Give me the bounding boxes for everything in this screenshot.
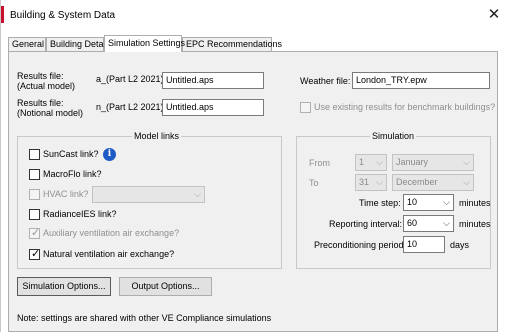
window-title: Building & System Data [10, 10, 116, 21]
macroflo-label: MacroFlo link? [43, 169, 102, 179]
to-day-value: 31 [359, 177, 370, 187]
auxiliary-ventilation-checkbox[interactable]: ✓ [29, 227, 41, 239]
weather-file-label: Weather file: [300, 76, 351, 86]
notional-results-file-input[interactable]: Untitled.aps [162, 99, 264, 116]
output-options-button[interactable]: Output Options... [119, 277, 212, 296]
model-links-title: Model links [132, 130, 182, 142]
hvac-label: HVAC link? [43, 189, 89, 199]
macroflo-checkbox[interactable] [29, 169, 40, 180]
benchmark-checkbox[interactable] [300, 102, 311, 113]
to-day-select[interactable]: 31 ⌵ [355, 174, 387, 191]
chevron-down-icon: ⌵ [443, 218, 450, 228]
from-day-select[interactable]: 1 ⌵ [355, 154, 387, 171]
notional-model-label: (Notional model) [17, 108, 84, 118]
check-icon: ✓ [31, 248, 41, 260]
to-month-select[interactable]: December ⌵ [392, 174, 474, 191]
info-icon[interactable]: i [103, 148, 116, 161]
hvac-select[interactable]: ⌵ [92, 186, 205, 203]
chevron-down-icon: ⌵ [194, 189, 201, 199]
building-system-data-dialog: Building & System Data ✕ General Buildin… [0, 0, 506, 332]
notional-results-prefix: n_(Part L2 2021)_ [96, 102, 169, 112]
simulation-group: Simulation From 1 ⌵ January ⌵ To 31 ⌵ De… [296, 130, 491, 269]
shared-settings-note: Note: settings are shared with other VE … [17, 313, 272, 323]
simulation-title: Simulation [370, 130, 417, 142]
suncast-label: SunCast link? [43, 149, 99, 159]
weather-file-input[interactable]: London_TRY.epw [352, 72, 490, 89]
chevron-down-icon: ⌵ [443, 197, 450, 207]
model-links-group: Model links SunCast link? i MacroFlo lin… [17, 130, 282, 269]
check-icon: ✓ [31, 227, 41, 239]
from-month-value: January [396, 157, 429, 167]
preconditioning-unit: days [450, 240, 470, 250]
actual-results-prefix: a_(Part L2 2021)_ [96, 74, 169, 84]
title-bar: Building & System Data ✕ [1, 0, 506, 32]
natural-ventilation-label: Natural ventilation air exchange? [43, 249, 175, 259]
auxiliary-ventilation-label: Auxiliary ventilation air exchange? [43, 228, 180, 238]
reporting-interval-select[interactable]: 60 ⌵ [403, 215, 454, 232]
chevron-down-icon: ⌵ [463, 177, 470, 187]
from-label: From [309, 158, 330, 168]
tab-general[interactable]: General [8, 37, 46, 51]
to-label: To [309, 178, 319, 188]
preconditioning-label: Preconditioning period: [314, 240, 407, 250]
actual-model-label: (Actual model) [17, 81, 76, 91]
time-step-label: Time step: [359, 198, 401, 208]
natural-ventilation-checkbox[interactable]: ✓ [29, 248, 41, 260]
reporting-interval-label: Reporting interval: [329, 219, 403, 229]
chevron-down-icon: ⌵ [376, 157, 383, 167]
tab-simulation-settings[interactable]: Simulation Settings [104, 35, 185, 52]
time-step-select[interactable]: 10 ⌵ [403, 194, 454, 211]
simulation-options-button[interactable]: Simulation Options... [17, 277, 111, 296]
actual-results-file-input[interactable]: Untitled.aps [162, 72, 264, 89]
radiance-checkbox[interactable] [29, 209, 40, 220]
hvac-checkbox[interactable] [29, 189, 40, 200]
from-month-select[interactable]: January ⌵ [392, 154, 474, 171]
to-month-value: December [396, 177, 438, 187]
radiance-label: RadianceIES link? [43, 209, 117, 219]
simulation-settings-panel: Results file: (Actual model) a_(Part L2 … [8, 51, 498, 332]
close-icon[interactable]: ✕ [485, 6, 503, 24]
app-icon [1, 6, 4, 23]
preconditioning-input[interactable]: 10 [403, 236, 445, 253]
benchmark-label: Use existing results for benchmark build… [314, 102, 496, 112]
tab-epc-recommendations[interactable]: EPC Recommendations [182, 37, 282, 51]
reporting-interval-unit: minutes [459, 219, 491, 229]
chevron-down-icon: ⌵ [463, 157, 470, 167]
chevron-down-icon: ⌵ [376, 177, 383, 187]
reporting-interval-value: 60 [407, 218, 418, 228]
tab-building-details[interactable]: Building Details [46, 37, 112, 51]
time-step-unit: minutes [459, 198, 491, 208]
from-day-value: 1 [359, 157, 365, 167]
suncast-checkbox[interactable] [29, 149, 40, 160]
time-step-value: 10 [407, 197, 418, 207]
